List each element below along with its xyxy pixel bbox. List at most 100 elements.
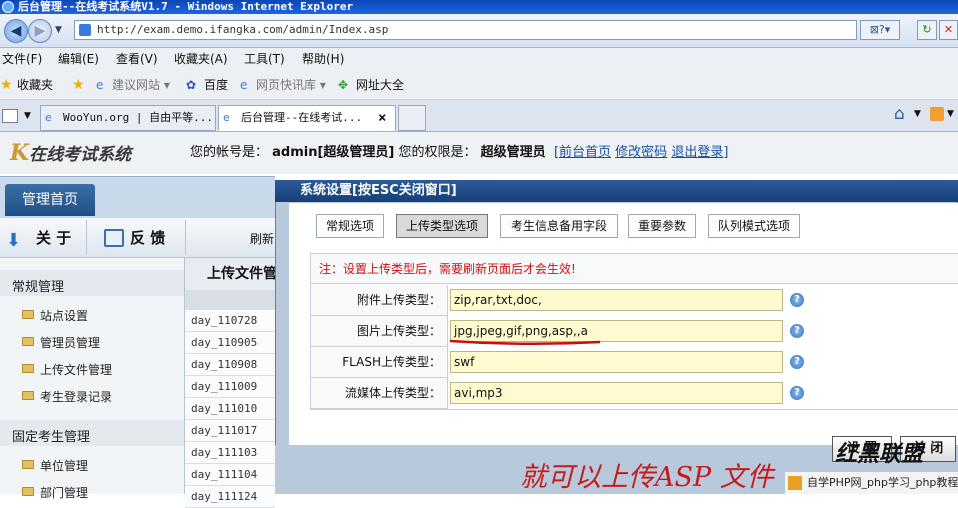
front-page-link[interactable]: [前台首页 <box>554 145 611 160</box>
media-types-label: 流媒体上传类型： <box>311 378 448 409</box>
tab-queue-mode[interactable]: 队列模式选项 <box>708 214 800 238</box>
menu-view[interactable]: 查看(V) <box>116 48 158 70</box>
help-icon[interactable]: ? <box>790 324 804 338</box>
flash-types-label: FLASH上传类型： <box>311 347 448 378</box>
sidebar-item-admin-manage[interactable]: 管理员管理 <box>22 334 100 351</box>
fav-suggested-sites[interactable]: 建议网站 ▾ <box>112 70 170 100</box>
menu-file[interactable]: 文件(F) <box>2 48 42 70</box>
baidu-paw-icon: ✿ <box>186 78 197 92</box>
media-types-input[interactable]: avi,mp3 <box>450 382 783 404</box>
list-item[interactable]: day_111104 <box>185 464 275 486</box>
home-icon[interactable]: ⌂ <box>894 104 905 124</box>
sidebar-item-upload-files[interactable]: 上传文件管理 <box>22 361 112 378</box>
menu-tools[interactable]: 工具(T) <box>244 48 285 70</box>
folder-icon <box>22 487 34 496</box>
sidebar-item-units[interactable]: 单位管理 <box>22 457 88 474</box>
folder-icon <box>22 364 34 373</box>
window-title-bar: 后台管理--在线考试系统V1.7 - Windows Internet Expl… <box>0 0 958 14</box>
about-button[interactable]: 关 于 <box>36 226 71 250</box>
list-item[interactable]: day_111009 <box>185 376 275 398</box>
annotation-text: 就可以上传ASP 文件 <box>520 462 774 493</box>
menu-help[interactable]: 帮助(H) <box>302 48 344 70</box>
history-dropdown-icon[interactable]: ▼ <box>55 25 62 35</box>
tab-wooyun[interactable]: e WooYun.org | 自由平等... <box>40 105 216 131</box>
list-column-header <box>185 290 275 310</box>
toolbar-divider <box>185 220 186 254</box>
home-dropdown-icon[interactable]: ▼ <box>914 109 921 119</box>
list-item[interactable]: day_111103 <box>185 442 275 464</box>
sidebar-item-site-settings[interactable]: 站点设置 <box>22 307 88 324</box>
favorites-label[interactable]: 收藏夹 <box>17 70 53 100</box>
sidebar-section-general[interactable]: 常规管理 <box>12 276 64 295</box>
quick-tabs-icon[interactable] <box>2 109 18 123</box>
menu-edit[interactable]: 编辑(E) <box>58 48 99 70</box>
list-item[interactable]: day_111010 <box>185 398 275 420</box>
folder-icon <box>22 337 34 346</box>
toolbar-divider <box>86 220 87 254</box>
forward-icon[interactable]: ▶ <box>28 19 52 43</box>
folder-icon <box>22 460 34 469</box>
tab-page-icon: e <box>223 111 230 124</box>
role-name: 超级管理员 <box>480 145 546 160</box>
settings-note: 注：设置上传类型后，需要刷新页面后才会生效! <box>311 254 958 284</box>
sidebar-item-login-records[interactable]: 考生登录记录 <box>22 388 112 405</box>
feeds-icon[interactable] <box>930 107 944 121</box>
attachment-types-label: 附件上传类型： <box>311 285 448 316</box>
tab-list-icon[interactable]: ▼ <box>24 111 31 121</box>
webslice-icon: e <box>240 78 248 92</box>
list-item[interactable]: day_110908 <box>185 354 275 376</box>
attachment-types-input[interactable]: zip,rar,txt,doc, <box>450 289 783 311</box>
red-underline-mark <box>450 339 600 346</box>
tab-upload-types[interactable]: 上传类型选项 <box>396 214 488 238</box>
address-row: ◀ ▶ ▼ http://exam.demo.ifangka.com/admin… <box>0 14 958 48</box>
folder-icon <box>22 391 34 400</box>
change-password-link[interactable]: 修改密码 <box>615 145 667 160</box>
sidebar-section-fixed-examinees[interactable]: 固定考生管理 <box>12 426 90 445</box>
favorites-bar: ★ 收藏夹 ★ e 建议网站 ▾ ✿ 百度 e 网页快讯库 ▾ ✥ 网址大全 <box>0 70 958 100</box>
ie-logo-icon <box>2 1 14 13</box>
add-favorite-icon[interactable]: ★ <box>72 70 85 100</box>
download-icon: ⬇ <box>6 230 22 251</box>
browser-tab-bar: ▼ e WooYun.org | 自由平等... e 后台管理--在线考试...… <box>0 100 958 132</box>
refresh-button[interactable]: 刷新 <box>250 230 274 247</box>
menu-favorites[interactable]: 收藏夹(A) <box>174 48 228 70</box>
tab-general-options[interactable]: 常规选项 <box>316 214 384 238</box>
help-icon[interactable]: ? <box>790 386 804 400</box>
list-item[interactable]: day_111124 <box>185 486 275 508</box>
list-item[interactable]: day_110905 <box>185 332 275 354</box>
tab-important-params[interactable]: 重要参数 <box>628 214 696 238</box>
compat-view-button[interactable]: ⊠?▾ <box>860 20 900 40</box>
flash-types-input[interactable]: swf <box>450 351 783 373</box>
stop-icon[interactable]: ✕ <box>939 20 958 40</box>
fav-baidu[interactable]: 百度 <box>204 70 228 100</box>
window-title: 后台管理--在线考试系统V1.7 - Windows Internet Expl… <box>18 0 354 13</box>
back-icon[interactable]: ◀ <box>4 19 28 43</box>
go-icon[interactable]: ↻ <box>917 20 937 40</box>
menu-bar: 文件(F) 编辑(E) 查看(V) 收藏夹(A) 工具(T) 帮助(H) <box>0 48 958 70</box>
site-directory-icon: ✥ <box>338 78 349 92</box>
tab-examinee-fields[interactable]: 考生信息备用字段 <box>500 214 618 238</box>
tab-admin-home[interactable]: 管理首页 <box>5 184 95 216</box>
help-icon[interactable]: ? <box>790 355 804 369</box>
page-icon <box>79 24 91 36</box>
image-types-label: 图片上传类型： <box>311 316 448 347</box>
list-item[interactable]: day_111017 <box>185 420 275 442</box>
logout-link[interactable]: 退出登录] <box>671 145 728 160</box>
feeds-dropdown-icon[interactable]: ▼ <box>947 109 954 119</box>
ie-page-icon: e <box>96 78 104 92</box>
help-icon[interactable]: ? <box>790 293 804 307</box>
tab-close-icon[interactable]: × <box>378 106 386 130</box>
favorites-star-icon: ★ <box>0 77 13 93</box>
dialog-title: 系统设置[按ESC关闭窗口] <box>275 180 958 202</box>
fav-web-slice-gallery[interactable]: 网页快讯库 ▾ <box>256 70 326 100</box>
sidebar: 常规管理 站点设置 管理员管理 上传文件管理 考生登录记录 固定考生管理 单位管… <box>0 258 185 500</box>
account-name: admin[超级管理员] <box>272 145 395 160</box>
tab-admin[interactable]: e 后台管理--在线考试... × <box>218 105 396 131</box>
feedback-button[interactable]: 反 馈 <box>130 226 165 250</box>
address-bar[interactable]: http://exam.demo.ifangka.com/admin/Index… <box>74 20 857 40</box>
new-tab-button[interactable] <box>398 105 426 131</box>
list-item[interactable]: day_110728 <box>185 310 275 332</box>
fav-site-directory[interactable]: 网址大全 <box>356 70 404 100</box>
sidebar-item-departments[interactable]: 部门管理 <box>22 484 88 501</box>
user-info: 您的帐号是： admin[超级管理员] 您的权限是： 超级管理员 [前台首页 修… <box>190 145 729 160</box>
